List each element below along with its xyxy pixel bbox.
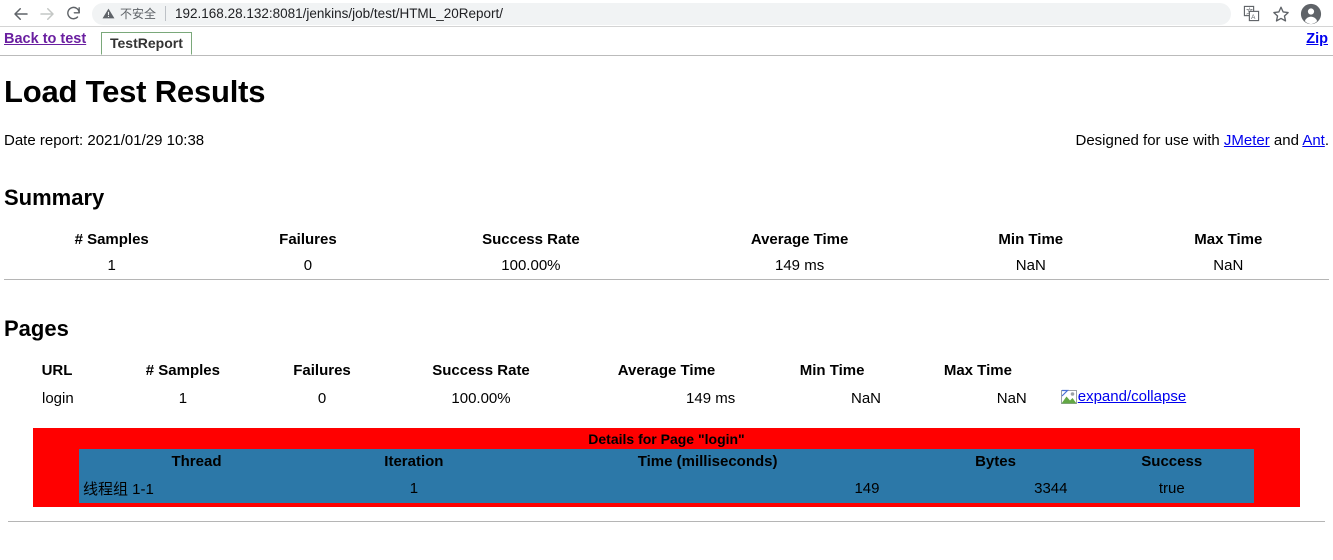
- reload-button[interactable]: [60, 2, 86, 26]
- pages-header-row: URL # Samples Failures Success Rate Aver…: [4, 358, 1329, 383]
- tab-testreport[interactable]: TestReport: [101, 32, 192, 55]
- account-avatar-icon: [1300, 3, 1322, 24]
- arrow-right-icon: [40, 7, 54, 20]
- pages-col-failures: Failures: [293, 362, 351, 379]
- designed-prefix: Designed for use with: [1075, 132, 1224, 149]
- pages-table: URL # Samples Failures Success Rate Aver…: [4, 358, 1329, 414]
- details-success: true: [1158, 479, 1185, 497]
- details-col-success: Success: [1141, 452, 1203, 470]
- pages-url: login: [42, 389, 74, 407]
- expand-collapse-link[interactable]: expand/collapse: [1078, 388, 1186, 405]
- zip-link[interactable]: Zip: [1306, 31, 1328, 47]
- summary-max-time: NaN: [1213, 257, 1244, 274]
- designed-suffix: .: [1324, 132, 1329, 149]
- expand-collapse-control[interactable]: expand/collapse: [1060, 388, 1186, 405]
- details-col-bytes: Bytes: [975, 452, 1016, 470]
- pages-max-time: NaN: [996, 389, 1027, 407]
- address-bar-url: 192.168.28.132:8081/jenkins/job/test/HTM…: [175, 6, 503, 21]
- translate-button[interactable]: 文 A: [1237, 2, 1265, 26]
- pages-average-time: 149 ms: [686, 389, 736, 407]
- pages-col-success-rate: Success Rate: [432, 362, 530, 379]
- details-header-row: Thread Iteration Time (milliseconds) Byt…: [79, 449, 1254, 474]
- summary-header-row: # Samples Failures Success Rate Average …: [4, 227, 1329, 252]
- page-title: Load Test Results: [4, 74, 266, 109]
- arrow-left-icon: [14, 7, 28, 20]
- warning-triangle-icon: [102, 7, 115, 20]
- summary-success-rate: 100.00%: [501, 257, 561, 274]
- star-icon: [1273, 6, 1289, 22]
- summary-table: # Samples Failures Success Rate Average …: [4, 227, 1329, 280]
- pages-actions-cell: expand/collapse: [1051, 383, 1329, 414]
- page-details-block: Details for Page "login" Thread Iteratio…: [33, 427, 1300, 507]
- omnibox-divider: [165, 6, 167, 21]
- content-divider: [8, 520, 1325, 522]
- reload-icon: [66, 6, 80, 20]
- report-header-bar: Back to test TestReport Zip: [0, 27, 1333, 56]
- toolbar-actions: 文 A: [1237, 2, 1325, 26]
- details-thread: 线程组 1-1: [83, 480, 154, 498]
- designed-for-note: Designed for use with JMeter and Ant.: [1076, 132, 1330, 149]
- address-bar[interactable]: 不安全 192.168.28.132:8081/jenkins/job/test…: [92, 2, 1231, 25]
- report-meta-row: Date report: 2021/01/29 10:38 Designed f…: [4, 132, 1329, 149]
- pages-section-title: Pages: [4, 316, 69, 341]
- summary-average-time: 149 ms: [775, 257, 825, 274]
- details-iteration: 1: [409, 479, 419, 497]
- security-status-label: 不安全: [120, 7, 157, 21]
- pages-min-time: NaN: [850, 389, 881, 407]
- pages-col-actions: [1051, 358, 1329, 383]
- summary-section-title: Summary: [4, 185, 105, 210]
- pages-failures: 0: [317, 389, 327, 407]
- pages-col-url: URL: [41, 362, 73, 379]
- back-button[interactable]: [8, 2, 34, 26]
- date-report-label: Date report: 2021/01/29 10:38: [4, 132, 205, 149]
- summary-col-samples: # Samples: [74, 231, 149, 248]
- pages-col-max-time: Max Time: [943, 362, 1012, 379]
- summary-col-failures: Failures: [279, 231, 337, 248]
- details-table: Thread Iteration Time (milliseconds) Byt…: [79, 448, 1254, 503]
- summary-col-max-time: Max Time: [1194, 231, 1263, 248]
- summary-samples: 1: [107, 257, 116, 274]
- broken-image-icon: [1060, 389, 1077, 404]
- summary-col-average-time: Average Time: [750, 231, 849, 248]
- table-row: 1 0 100.00% 149 ms NaN NaN: [4, 252, 1329, 280]
- details-bytes: 3344: [1034, 479, 1068, 497]
- details-time: 149: [854, 479, 880, 497]
- jmeter-link[interactable]: JMeter: [1224, 132, 1270, 149]
- browser-toolbar: 不安全 192.168.28.132:8081/jenkins/job/test…: [0, 0, 1333, 27]
- summary-col-success-rate: Success Rate: [482, 231, 580, 248]
- pages-samples: 1: [178, 389, 188, 407]
- pages-col-average-time: Average Time: [617, 362, 716, 379]
- details-col-time: Time (milliseconds): [637, 452, 778, 470]
- pages-success-rate: 100.00%: [451, 389, 511, 407]
- details-col-thread: Thread: [171, 452, 222, 470]
- ant-link[interactable]: Ant: [1302, 132, 1325, 149]
- translate-icon: 文 A: [1243, 5, 1259, 22]
- summary-failures: 0: [303, 257, 313, 274]
- summary-min-time: NaN: [1015, 257, 1046, 274]
- profile-button[interactable]: [1297, 2, 1325, 26]
- summary-col-min-time: Min Time: [998, 231, 1064, 248]
- back-to-test-link[interactable]: Back to test: [4, 31, 86, 47]
- details-col-iteration: Iteration: [384, 452, 444, 470]
- report-content: Load Test Results Date report: 2021/01/2…: [0, 74, 1333, 522]
- details-caption: Details for Page "login": [588, 430, 745, 447]
- table-row: 线程组 1-1 1 149 3344 true: [79, 474, 1254, 503]
- bookmark-button[interactable]: [1267, 2, 1295, 26]
- pages-col-samples: # Samples: [145, 362, 220, 379]
- forward-button[interactable]: [34, 2, 60, 26]
- table-row: login 1 0 100.00% 149 ms NaN NaN expand/…: [4, 383, 1329, 414]
- designed-middle: and: [1269, 132, 1303, 149]
- pages-col-min-time: Min Time: [799, 362, 865, 379]
